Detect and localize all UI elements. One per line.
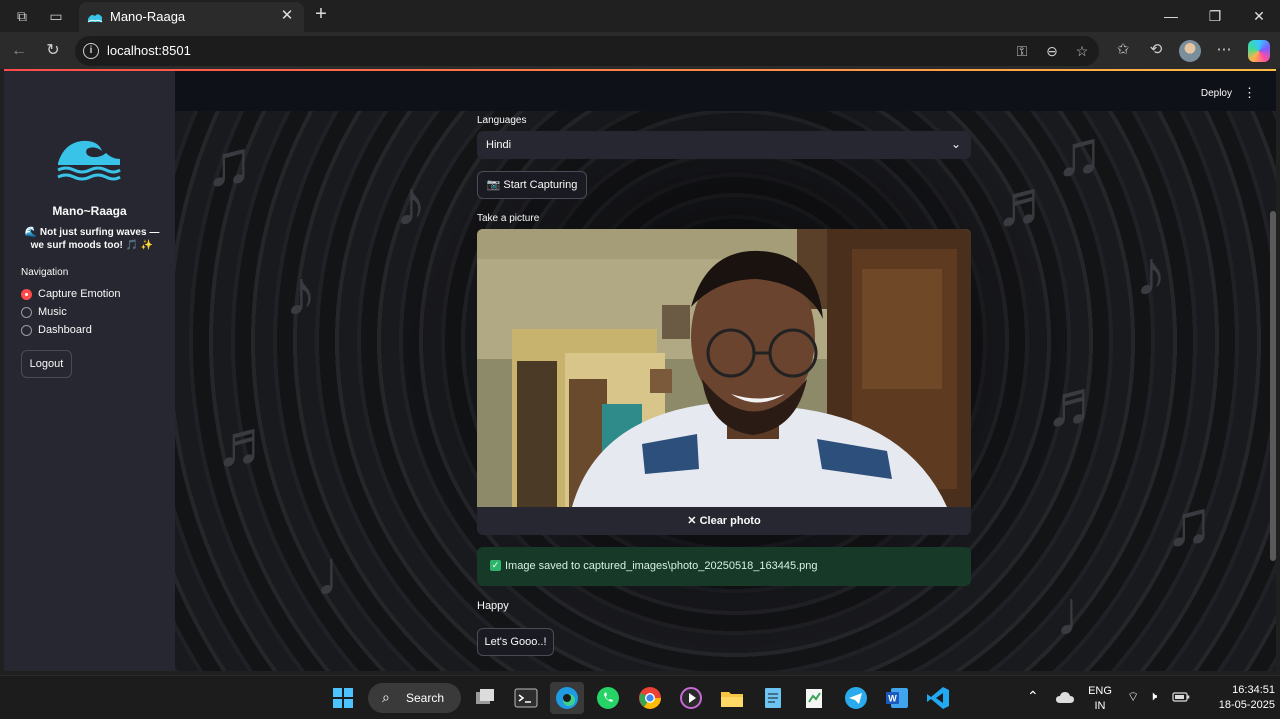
emotion-result: Happy xyxy=(477,600,509,612)
nav-radio-label: Music xyxy=(38,306,67,318)
task-view-icon[interactable] xyxy=(471,684,499,712)
start-capturing-button[interactable]: 📷 Start Capturing xyxy=(477,171,587,199)
tab-close-icon[interactable]: ✕ xyxy=(278,7,296,25)
check-icon: ✓ xyxy=(490,560,501,571)
copilot-icon[interactable] xyxy=(1248,40,1270,62)
new-tab-icon[interactable]: + xyxy=(311,4,331,25)
back-icon[interactable]: ← xyxy=(8,40,30,62)
more-menu-icon[interactable]: ⋯ xyxy=(1214,40,1234,60)
whatsapp-icon[interactable] xyxy=(594,684,622,712)
battery-icon[interactable] xyxy=(1172,691,1190,703)
clock-time[interactable]: 16:34:51 xyxy=(1205,684,1275,696)
svg-text:W: W xyxy=(888,694,897,704)
site-info-icon[interactable]: i xyxy=(83,43,99,59)
music-note-icon: ♫ xyxy=(1055,117,1103,189)
language-select[interactable]: Hindi ⌄ xyxy=(477,131,971,159)
music-note-icon: ♪ xyxy=(285,257,317,329)
chrome-icon[interactable] xyxy=(636,684,664,712)
volume-icon[interactable]: 🕨 xyxy=(1149,688,1157,704)
tray-overflow-icon[interactable]: ⌃ xyxy=(1027,688,1039,705)
navigation-label: Navigation xyxy=(21,267,69,278)
key-icon[interactable]: ⚿ xyxy=(1013,42,1031,60)
vscode-icon[interactable] xyxy=(924,684,952,712)
browser-tab[interactable]: Mano-Raaga ✕ xyxy=(79,2,304,32)
file-explorer-icon[interactable] xyxy=(718,684,746,712)
deploy-button[interactable]: Deploy xyxy=(1201,88,1232,99)
windows-start-icon[interactable] xyxy=(329,684,357,712)
radio-unselected-icon[interactable] xyxy=(21,324,32,336)
music-note-icon: ♪ xyxy=(1135,237,1167,309)
browser-tab-bar: ⧉ ▭ Mano-Raaga ✕ + — ❐ ✕ xyxy=(0,0,1280,32)
nav-radio-label: Capture Emotion xyxy=(38,288,121,300)
close-window-icon[interactable]: ✕ xyxy=(1249,6,1269,26)
search-icon: ⌕ xyxy=(382,689,390,705)
word-icon[interactable]: W xyxy=(883,684,911,712)
radio-selected-icon[interactable] xyxy=(21,288,32,300)
wifi-icon[interactable]: ⌔ xyxy=(1127,689,1139,705)
nav-radio-capture-emotion[interactable]: Capture Emotion xyxy=(21,286,121,302)
music-note-icon: ♬ xyxy=(215,407,279,479)
maximize-icon[interactable]: ❐ xyxy=(1205,6,1225,26)
language-indicator-bottom[interactable]: IN xyxy=(1087,700,1113,712)
minimize-icon[interactable]: — xyxy=(1161,6,1181,26)
telegram-icon[interactable] xyxy=(842,684,870,712)
nav-radio-music[interactable]: Music xyxy=(21,304,67,320)
history-icon[interactable]: ⟲ xyxy=(1146,40,1166,60)
address-text[interactable]: localhost:8501 xyxy=(107,43,191,58)
address-bar[interactable]: i localhost:8501 ⚿ ⊖ ☆ xyxy=(75,36,1099,66)
app-title: Mano~Raaga xyxy=(52,204,127,218)
clock-date[interactable]: 18-05-2025 xyxy=(1198,699,1275,711)
nav-radio-dashboard[interactable]: Dashboard xyxy=(21,322,92,338)
notepad-icon[interactable] xyxy=(759,684,787,712)
wave-favicon-icon xyxy=(87,14,103,23)
edge-icon xyxy=(556,687,578,709)
language-selected-value: Hindi xyxy=(486,139,512,151)
take-picture-label: Take a picture xyxy=(477,213,540,224)
taskbar-search-label: Search xyxy=(406,691,445,705)
music-note-icon: ♬ xyxy=(995,167,1059,239)
taskbar-search[interactable]: ⌕ Search xyxy=(368,683,461,713)
music-note-icon: ♬ xyxy=(1045,367,1109,439)
taskbar: ⌕ Search W ⌃ ENG IN ⌔ 🕨 16:34:51 18-05-2… xyxy=(0,675,1280,719)
music-note-icon: ♫ xyxy=(205,127,253,199)
profile-avatar[interactable] xyxy=(1179,40,1201,62)
language-indicator-top[interactable]: ENG xyxy=(1087,685,1113,697)
favorite-star-icon[interactable]: ☆ xyxy=(1073,42,1091,60)
tab-title: Mano-Raaga xyxy=(110,9,186,24)
sidebar: Mano~Raaga 🌊 Not just surfing waves — we… xyxy=(4,71,175,671)
success-alert: ✓ Image saved to captured_images\photo_2… xyxy=(477,547,971,586)
lets-go-button[interactable]: Let's Gooo..! xyxy=(477,628,554,656)
clear-photo-button[interactable]: ✕ Clear photo xyxy=(477,507,971,535)
media-player-icon[interactable] xyxy=(677,684,705,712)
camera-photo xyxy=(477,229,971,507)
terminal-icon[interactable] xyxy=(512,684,540,712)
logout-button[interactable]: Logout xyxy=(21,350,72,378)
scrollbar[interactable] xyxy=(1270,211,1276,561)
music-note-icon: ♩ xyxy=(1055,577,1119,649)
music-note-icon: ♩ xyxy=(315,537,379,609)
notes-icon[interactable] xyxy=(800,684,828,712)
music-note-icon: ♫ xyxy=(1165,487,1213,559)
edge-taskbar-button[interactable] xyxy=(550,682,584,714)
main-menu-icon[interactable]: ⋮ xyxy=(1243,85,1256,101)
refresh-icon[interactable]: ↻ xyxy=(42,40,64,62)
music-note-icon: ♪ xyxy=(395,167,427,239)
page-viewport: Mano~Raaga 🌊 Not just surfing waves — we… xyxy=(4,69,1276,671)
wave-logo-icon xyxy=(57,140,121,181)
workspaces-icon[interactable]: ⧉ xyxy=(13,7,31,25)
tab-actions-icon[interactable]: ▭ xyxy=(47,7,65,25)
chevron-down-icon[interactable]: ⌄ xyxy=(951,137,961,151)
radio-unselected-icon[interactable] xyxy=(21,306,32,318)
favorites-icon[interactable]: ✩ xyxy=(1113,40,1133,60)
success-message: Image saved to captured_images\photo_202… xyxy=(505,560,818,572)
browser-toolbar: ← ↻ i localhost:8501 ⚿ ⊖ ☆ ✩ ⟲ ⋯ xyxy=(0,32,1280,69)
nav-radio-label: Dashboard xyxy=(38,324,92,336)
app-header: Deploy ⋮ xyxy=(175,71,1276,111)
cloud-icon[interactable] xyxy=(1055,690,1075,704)
main-content: ♫ ♪ ♬ ♩ ♫ ♪ ♬ ♫ ♩ ♪ ♬ Languages Hindi ⌄ … xyxy=(175,111,1276,671)
languages-label: Languages xyxy=(477,115,527,126)
app-tagline: 🌊 Not just surfing waves — we surf moods… xyxy=(24,227,160,251)
zoom-icon[interactable]: ⊖ xyxy=(1043,42,1061,60)
